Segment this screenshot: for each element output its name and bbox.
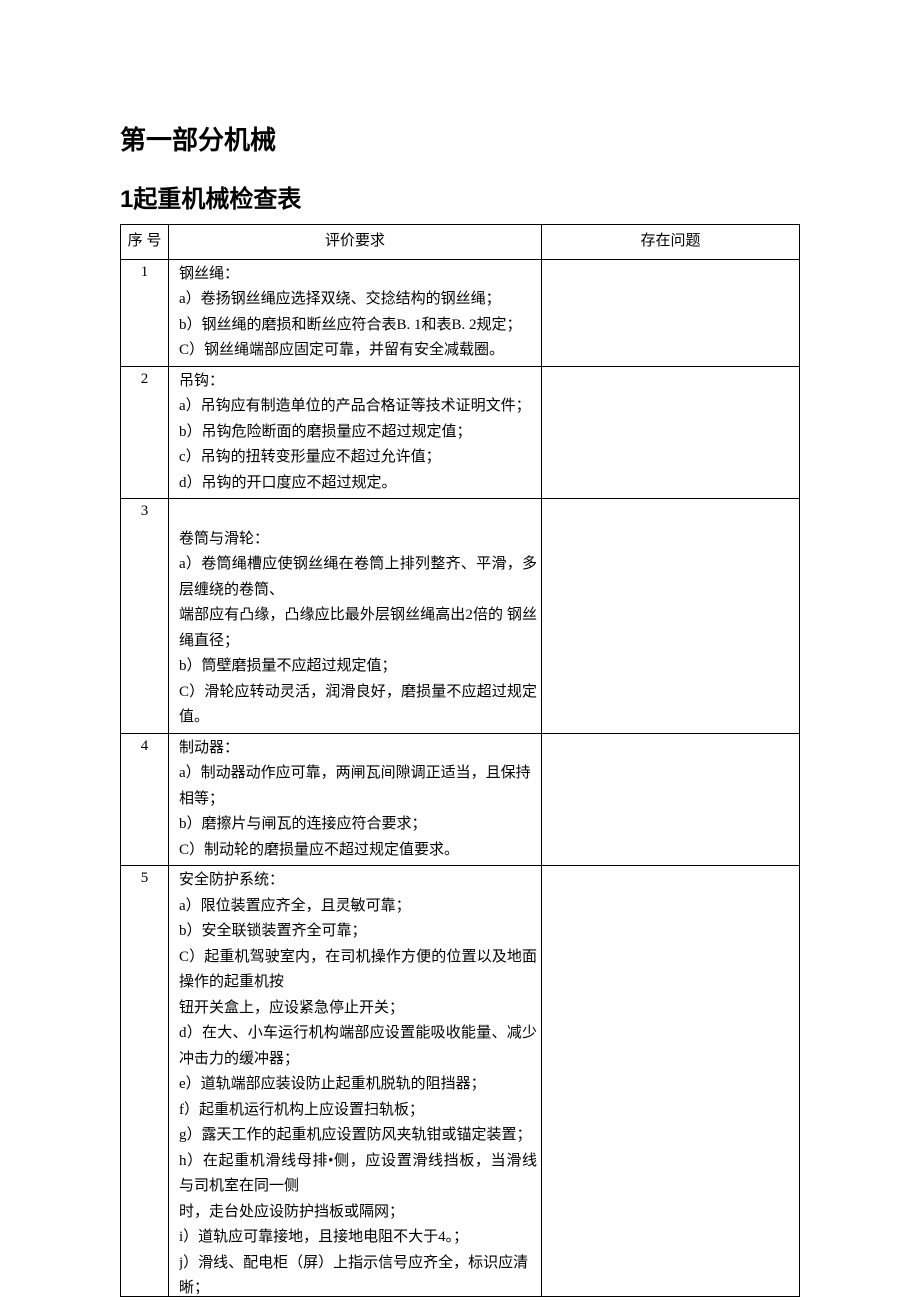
row-seq: 3 xyxy=(121,499,169,734)
row-seq: 5 xyxy=(121,866,169,1297)
requirement-line: b）钢丝绳的磨损和断丝应符合表B. 1和表B. 2规定； xyxy=(179,313,537,339)
row-issue xyxy=(542,366,800,499)
requirement-line: i）道轨应可靠接地，且接地电阻不大于4。； xyxy=(179,1225,537,1251)
requirement-line: 相等； xyxy=(179,787,537,813)
requirement-line: 卷筒与滑轮： xyxy=(179,527,537,553)
header-seq: 序 号 xyxy=(121,225,169,260)
requirement-line: a）卷扬钢丝绳应选择双绕、交捻结构的钢丝绳； xyxy=(179,287,537,313)
requirement-line: 钮开关盒上，应设紧急停止开关； xyxy=(179,996,537,1022)
requirement-line: f）起重机运行机构上应设置扫轨板； xyxy=(179,1098,537,1124)
requirement-line: 钢丝绳： xyxy=(179,262,537,288)
table-row: 5安全防护系统：a）限位装置应齐全，且灵敏可靠；b）安全联锁装置齐全可靠；C）起… xyxy=(121,866,800,1297)
requirement-line: C）钢丝绳端部应固定可靠，并留有安全减载圈。 xyxy=(179,338,537,364)
requirement-line: 端部应有凸缘，凸缘应比最外层钢丝绳高出2倍的 钢丝绳直径； xyxy=(179,603,537,654)
requirement-line: 时，走台处应设防护挡板或隔网； xyxy=(179,1200,537,1226)
requirement-line: 吊钩： xyxy=(179,369,537,395)
requirement-line: e）道轨端部应装设防止起重机脱轨的阻挡器； xyxy=(179,1072,537,1098)
requirement-line: C）起重机驾驶室内，在司机操作方便的位置以及地面 操作的起重机按 xyxy=(179,945,537,996)
row-issue xyxy=(542,259,800,366)
document-page: 第一部分机械 1起重机械检查表 序 号 评价要求 存在问题 1钢丝绳：a）卷扬钢… xyxy=(0,0,920,1297)
row-requirement: 制动器：a）制动器动作应可靠，两闸瓦间隙调正适当，且保持相等；b）磨擦片与闸瓦的… xyxy=(169,733,542,866)
requirement-line: b）安全联锁装置齐全可靠； xyxy=(179,919,537,945)
requirement-line: C）制动轮的磨损量应不超过规定值要求。 xyxy=(179,838,537,864)
requirement-line: 晰； xyxy=(179,1276,537,1294)
row-seq: 4 xyxy=(121,733,169,866)
row-issue xyxy=(542,866,800,1297)
requirement-line: 制动器： xyxy=(179,736,537,762)
requirement-line: b）吊钩危险断面的磨损量应不超过规定值； xyxy=(179,420,537,446)
requirement-line: d）吊钩的开口度应不超过规定。 xyxy=(179,471,537,497)
table-row: 2吊钩：a）吊钩应有制造单位的产品合格证等技术证明文件；b）吊钩危险断面的磨损量… xyxy=(121,366,800,499)
section-heading: 1起重机械检查表 xyxy=(120,179,800,214)
requirement-line xyxy=(179,501,537,527)
table-row: 3 卷筒与滑轮：a）卷筒绳槽应使钢丝绳在卷筒上排列整齐、平滑，多 层缠绕的卷筒、… xyxy=(121,499,800,734)
requirement-line: a）限位装置应齐全，且灵敏可靠； xyxy=(179,894,537,920)
requirement-line: c）吊钩的扭转变形量应不超过允许值； xyxy=(179,445,537,471)
table-header-row: 序 号 评价要求 存在问题 xyxy=(121,225,800,260)
requirement-line: C）滑轮应转动灵活，润滑良好，磨损量不应超过规定 值。 xyxy=(179,680,537,731)
row-seq: 1 xyxy=(121,259,169,366)
requirement-line: a）制动器动作应可靠，两闸瓦间隙调正适当，且保持 xyxy=(179,761,537,787)
row-requirement: 卷筒与滑轮：a）卷筒绳槽应使钢丝绳在卷筒上排列整齐、平滑，多 层缠绕的卷筒、 端… xyxy=(169,499,542,734)
requirement-line: h）在起重机滑线母排•侧，应设置滑线挡板，当滑线 与司机室在同一侧 xyxy=(179,1149,537,1200)
requirement-line: b）磨擦片与闸瓦的连接应符合要求； xyxy=(179,812,537,838)
table-row: 4制动器：a）制动器动作应可靠，两闸瓦间隙调正适当，且保持相等；b）磨擦片与闸瓦… xyxy=(121,733,800,866)
requirement-line: d）在大、小车运行机构端部应设置能吸收能量、减少 冲击力的缓冲器； xyxy=(179,1021,537,1072)
row-requirement: 吊钩：a）吊钩应有制造单位的产品合格证等技术证明文件；b）吊钩危险断面的磨损量应… xyxy=(169,366,542,499)
requirement-line: a）卷筒绳槽应使钢丝绳在卷筒上排列整齐、平滑，多 层缠绕的卷筒、 xyxy=(179,552,537,603)
row-issue xyxy=(542,499,800,734)
requirement-line: b）筒壁磨损量不应超过规定值； xyxy=(179,654,537,680)
header-issue: 存在问题 xyxy=(542,225,800,260)
row-seq: 2 xyxy=(121,366,169,499)
requirement-line: j）滑线、配电柜（屏）上指示信号应齐全，标识应清 xyxy=(179,1251,537,1277)
row-requirement: 安全防护系统：a）限位装置应齐全，且灵敏可靠；b）安全联锁装置齐全可靠；C）起重… xyxy=(169,866,542,1297)
requirement-line: g）露天工作的起重机应设置防风夹轨钳或锚定装置； xyxy=(179,1123,537,1149)
requirement-line: a）吊钩应有制造单位的产品合格证等技术证明文件； xyxy=(179,394,537,420)
checklist-table: 序 号 评价要求 存在问题 1钢丝绳：a）卷扬钢丝绳应选择双绕、交捻结构的钢丝绳… xyxy=(120,224,800,1297)
requirement-line: 安全防护系统： xyxy=(179,868,537,894)
header-req: 评价要求 xyxy=(169,225,542,260)
table-row: 1钢丝绳：a）卷扬钢丝绳应选择双绕、交捻结构的钢丝绳；b）钢丝绳的磨损和断丝应符… xyxy=(121,259,800,366)
row-requirement: 钢丝绳：a）卷扬钢丝绳应选择双绕、交捻结构的钢丝绳；b）钢丝绳的磨损和断丝应符合… xyxy=(169,259,542,366)
row-issue xyxy=(542,733,800,866)
part-heading: 第一部分机械 xyxy=(120,120,800,157)
